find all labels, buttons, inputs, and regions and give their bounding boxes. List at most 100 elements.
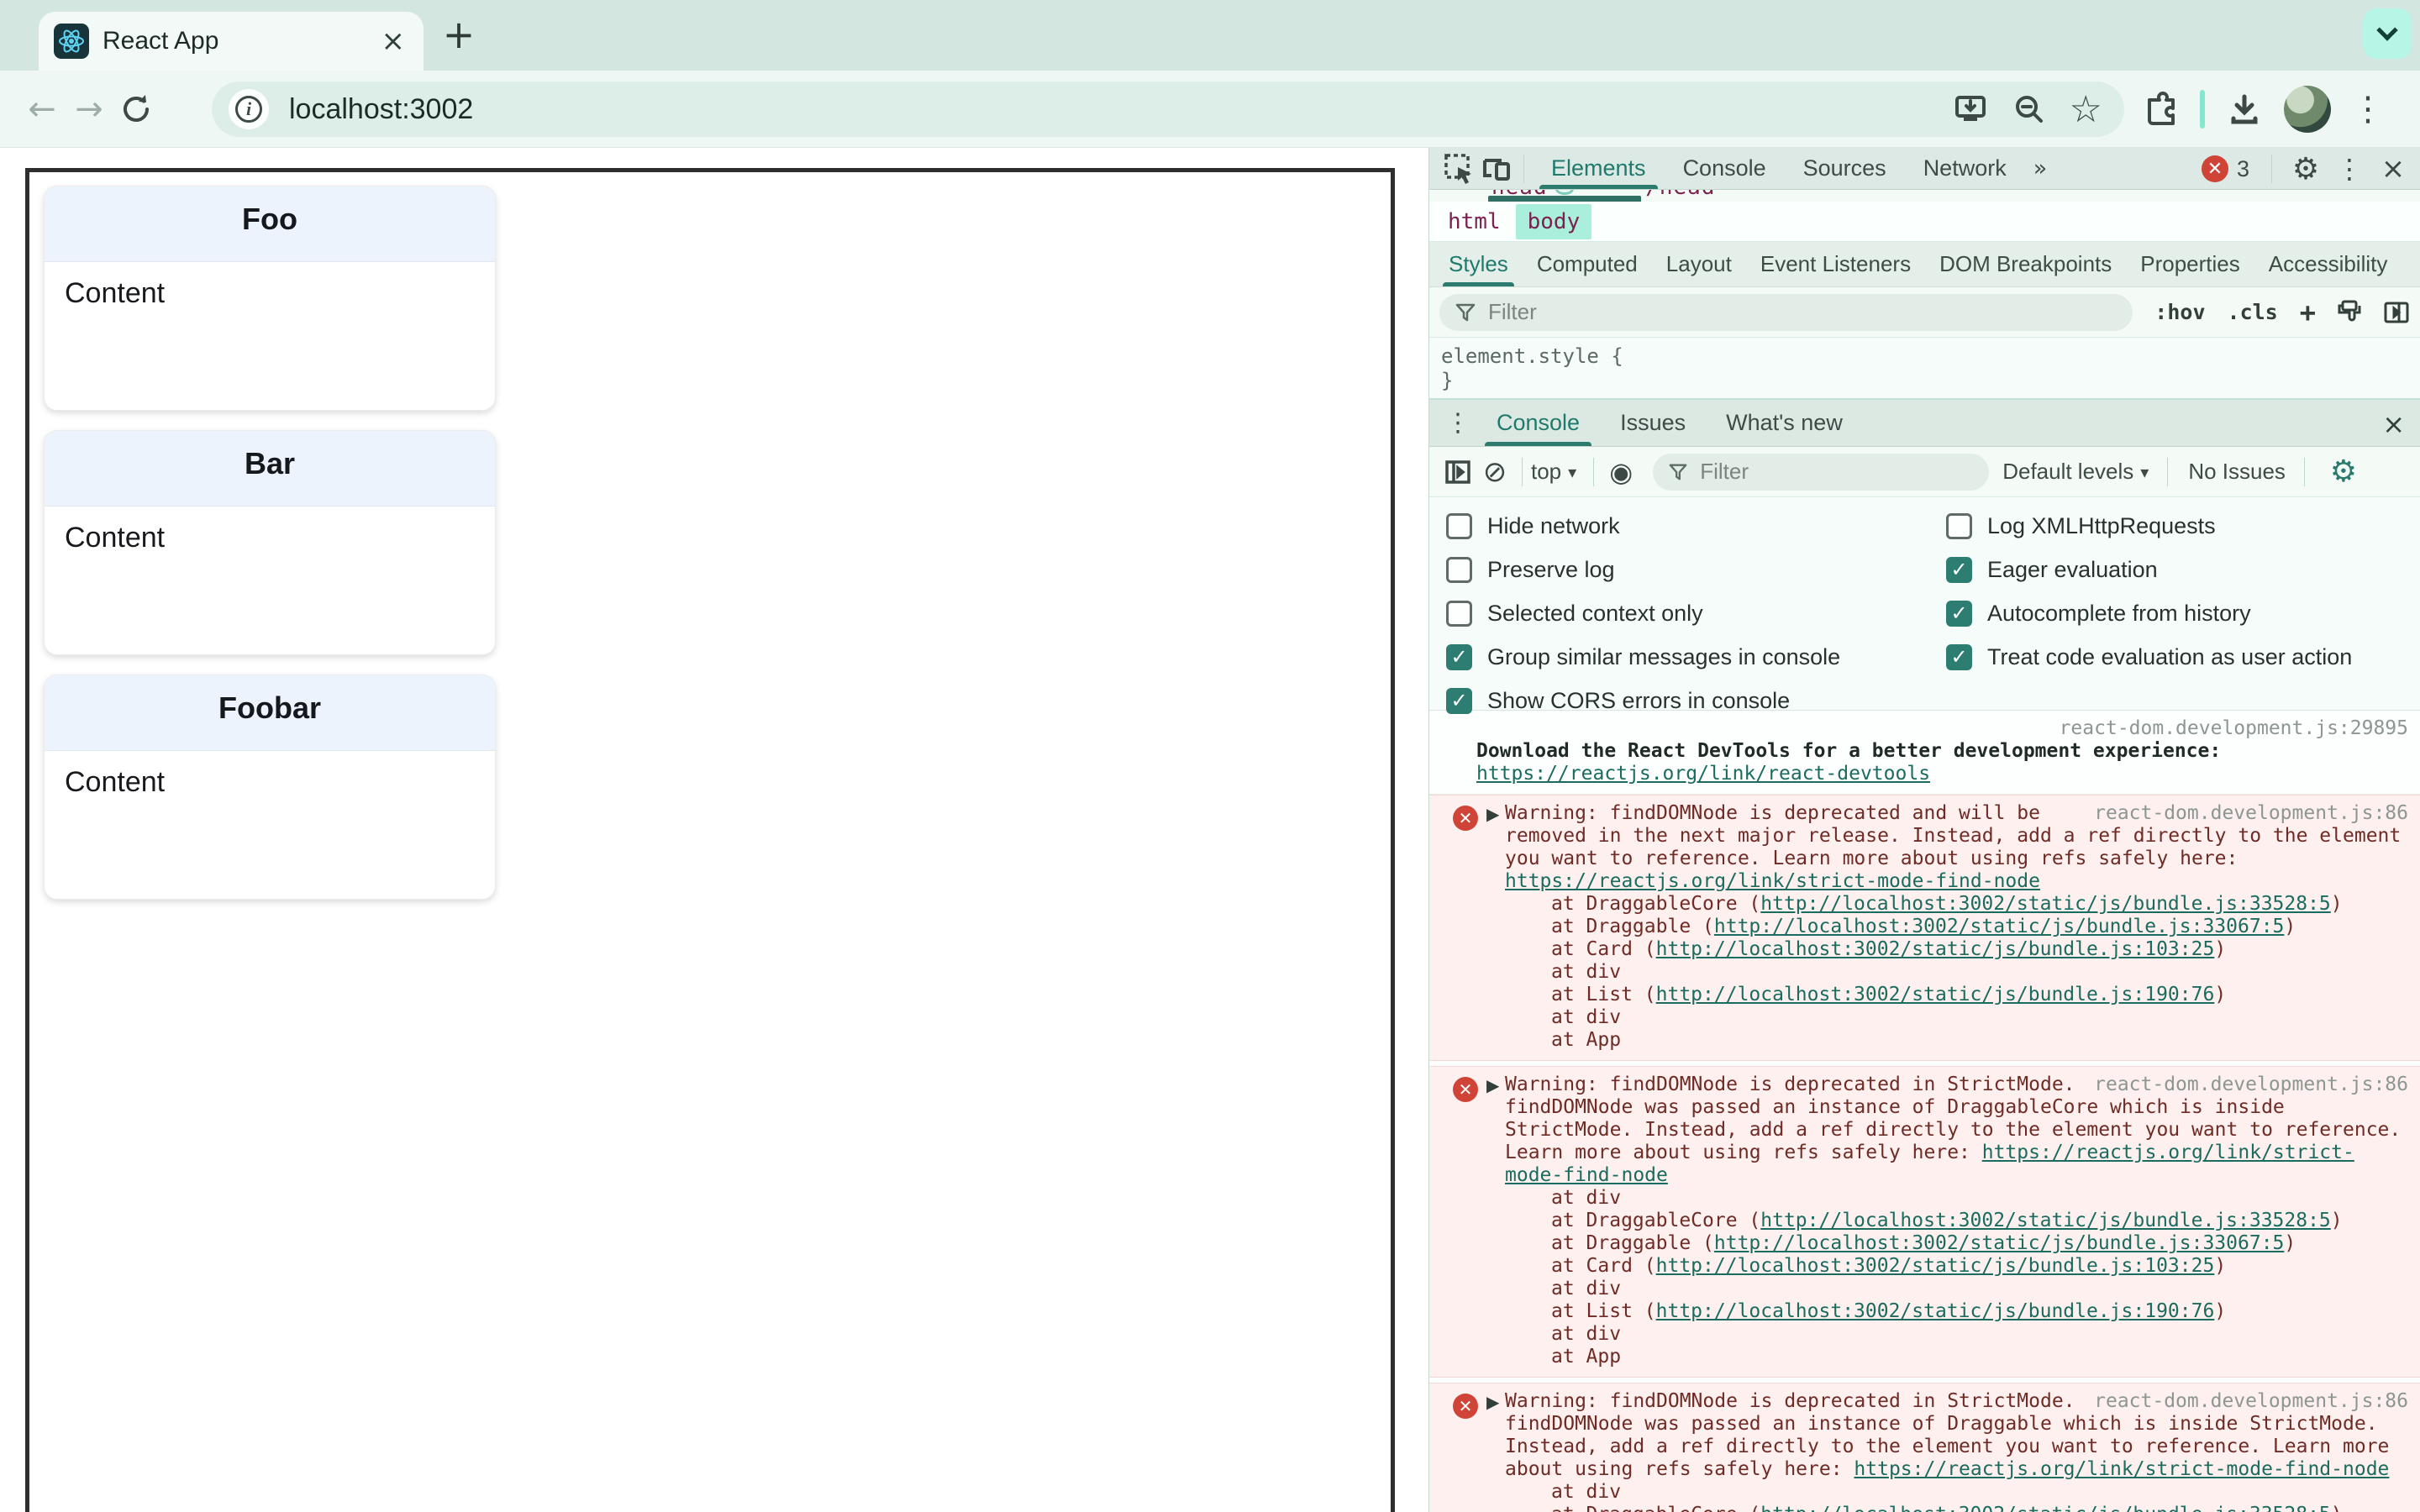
devtools-close-icon[interactable]: × [2375, 150, 2412, 187]
inspect-element-icon[interactable] [1441, 150, 1478, 187]
console-tab-what-s-new[interactable]: What's new [1706, 400, 1863, 446]
devtools-tab-network[interactable]: Network [1905, 148, 2025, 189]
console-drawer-close-icon[interactable]: × [2382, 408, 2405, 440]
more-tabs-icon[interactable]: » [2025, 148, 2056, 189]
bookmark-star-icon[interactable]: ☆ [2070, 88, 2102, 131]
draggable-card[interactable]: Foo Content [44, 186, 496, 411]
devtools-tab-sources[interactable]: Sources [1785, 148, 1905, 189]
issues-status[interactable]: No Issues [2188, 459, 2286, 485]
element-style-rule[interactable]: element.style { } [1429, 338, 2420, 400]
console-setting-row[interactable]: ✓ Show CORS errors in console [1446, 684, 1790, 717]
reload-button[interactable] [113, 86, 160, 133]
log-levels-selector[interactable]: Default levels [2002, 459, 2133, 485]
draggable-card[interactable]: Bar Content [44, 430, 496, 655]
checkbox[interactable]: ✓ [1946, 600, 1972, 627]
styles-tab-styles[interactable]: Styles [1434, 242, 1523, 286]
clear-console-icon[interactable]: ⊘ [1476, 454, 1513, 491]
console-setting-row[interactable]: Log XMLHttpRequests [1946, 509, 2216, 543]
checkbox[interactable] [1446, 512, 1472, 539]
tab-close-icon[interactable]: × [378, 24, 409, 58]
message-source[interactable]: react-dom.development.js:29895 [1476, 717, 2408, 740]
card-header[interactable]: Bar [45, 431, 495, 507]
stack-frame-link[interactable]: http://localhost:3002/static/js/bundle.j… [1656, 938, 2215, 960]
window-chevron-button[interactable] [2363, 8, 2412, 59]
devtools-settings-gear-icon[interactable]: ⚙ [2287, 150, 2324, 187]
stack-frame-link[interactable]: http://localhost:3002/static/js/bundle.j… [1760, 1210, 2331, 1231]
console-setting-row[interactable]: ✓ Treat code evaluation as user action [1946, 640, 2352, 674]
stack-frame-link[interactable]: http://localhost:3002/static/js/bundle.j… [1714, 1232, 2285, 1254]
styles-tab-layout[interactable]: Layout [1652, 242, 1746, 286]
styles-tab-event-listeners[interactable]: Event Listeners [1746, 242, 1925, 286]
expand-triangle-icon[interactable]: ▶ [1486, 1391, 1499, 1414]
panel-layout-toggle-icon[interactable] [2383, 299, 2410, 326]
breadcrumb-body[interactable]: body [1515, 203, 1592, 239]
checkbox[interactable]: ✓ [1946, 643, 1972, 670]
live-expression-eye-icon[interactable]: ◉ [1602, 454, 1639, 491]
console-setting-row[interactable]: Preserve log [1446, 553, 1615, 586]
stack-frame-link[interactable]: http://localhost:3002/static/js/bundle.j… [1656, 1255, 2215, 1277]
message-link[interactable]: https://reactjs.org/link/react-devtools [1476, 763, 2408, 785]
console-sidebar-toggle-icon[interactable] [1439, 454, 1476, 491]
message-source[interactable]: react-dom.development.js:86 [2094, 1390, 2408, 1413]
forward-button[interactable]: → [66, 86, 113, 133]
install-app-icon[interactable] [1952, 91, 1989, 128]
console-message-info[interactable]: react-dom.development.js:29895 Download t… [1429, 711, 2420, 795]
console-tab-issues[interactable]: Issues [1600, 400, 1706, 446]
message-link[interactable]: https://reactjs.org/link/strict-mode-fin… [1505, 870, 2040, 892]
stack-frame-link[interactable]: http://localhost:3002/static/js/bundle.j… [1760, 1504, 2331, 1512]
download-icon[interactable] [2225, 90, 2264, 129]
cls-toggle[interactable]: .cls [2228, 300, 2278, 324]
console-setting-row[interactable]: ✓ Eager evaluation [1946, 553, 2158, 586]
url-text[interactable]: localhost:3002 [289, 93, 1952, 126]
console-setting-row[interactable]: Selected context only [1446, 596, 1703, 630]
breadcrumb-html[interactable]: html [1436, 204, 1512, 239]
elements-tree-clipped-row[interactable]: head /head [1429, 190, 2420, 202]
console-tab-console[interactable]: Console [1476, 400, 1600, 446]
console-message-warning[interactable]: ✕ ▶ react-dom.development.js:86 Warning: fi… [1429, 795, 2420, 1061]
console-settings-gear-icon[interactable]: ⚙ [2325, 454, 2362, 491]
brush-icon[interactable] [2336, 299, 2363, 326]
expand-triangle-icon[interactable]: ▶ [1486, 803, 1499, 826]
styles-tab-dom-breakpoints[interactable]: DOM Breakpoints [1925, 242, 2126, 286]
styles-tab-computed[interactable]: Computed [1523, 242, 1652, 286]
address-bar[interactable]: i localhost:3002 ☆ [212, 81, 2124, 137]
expand-triangle-icon[interactable]: ▶ [1486, 1074, 1499, 1097]
stack-frame-link[interactable]: http://localhost:3002/static/js/bundle.j… [1760, 893, 2331, 915]
stack-frame-link[interactable]: http://localhost:3002/static/js/bundle.j… [1656, 1300, 2215, 1322]
card-header[interactable]: Foobar [45, 675, 495, 751]
message-source[interactable]: react-dom.development.js:86 [2094, 802, 2408, 825]
checkbox[interactable]: ✓ [1446, 643, 1472, 670]
extensions-puzzle-icon[interactable] [2141, 90, 2180, 129]
console-filter-input[interactable]: Filter [1653, 453, 1990, 491]
styles-filter-input[interactable]: Filter [1439, 293, 2133, 331]
styles-tab-properties[interactable]: Properties [2126, 242, 2254, 286]
context-selector[interactable]: top [1531, 459, 1561, 485]
new-tab-button[interactable]: + [437, 13, 481, 57]
checkbox[interactable] [1946, 512, 1972, 539]
stack-frame-link[interactable]: http://localhost:3002/static/js/bundle.j… [1714, 916, 2285, 937]
device-toolbar-icon[interactable] [1478, 150, 1515, 187]
console-kebab-icon[interactable]: ⋮ [1439, 405, 1476, 442]
checkbox[interactable] [1446, 556, 1472, 583]
browser-menu-kebab-icon[interactable]: ⋮ [2351, 90, 2385, 129]
error-count-badge[interactable]: ✕ 3 [2201, 155, 2249, 182]
console-setting-row[interactable]: Hide network [1446, 509, 1620, 543]
message-source[interactable]: react-dom.development.js:86 [2094, 1074, 2408, 1096]
devtools-tab-console[interactable]: Console [1665, 148, 1785, 189]
console-message-warning[interactable]: ✕ ▶ react-dom.development.js:86 Warning: fi… [1429, 1066, 2420, 1378]
draggable-card[interactable]: Foobar Content [44, 675, 496, 900]
console-message-warning[interactable]: ✕ ▶ react-dom.development.js:86 Warning: fi… [1429, 1383, 2420, 1512]
styles-tab-accessibility[interactable]: Accessibility [2254, 242, 2402, 286]
console-setting-row[interactable]: ✓ Autocomplete from history [1946, 596, 2251, 630]
card-header[interactable]: Foo [45, 186, 495, 262]
back-button[interactable]: ← [18, 86, 66, 133]
devtools-tab-elements[interactable]: Elements [1533, 148, 1665, 189]
checkbox[interactable]: ✓ [1446, 687, 1472, 714]
stack-frame-link[interactable]: http://localhost:3002/static/js/bundle.j… [1656, 984, 2215, 1005]
site-info-button[interactable]: i [229, 89, 269, 129]
checkbox[interactable]: ✓ [1946, 556, 1972, 583]
zoom-icon[interactable] [2011, 91, 2048, 128]
profile-avatar[interactable] [2284, 86, 2331, 133]
browser-tab[interactable]: React App × [39, 12, 424, 71]
console-setting-row[interactable]: ✓ Group similar messages in console [1446, 640, 1840, 674]
